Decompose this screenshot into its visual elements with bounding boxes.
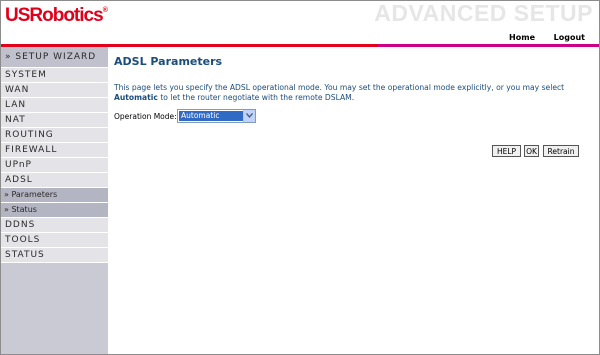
description-text-end: to let the router negotiate with the rem… — [160, 93, 355, 102]
router-page: USRobotics® ADVANCED SETUP Home Logout »… — [0, 0, 600, 355]
description-bold-term: Automatic — [114, 93, 158, 102]
sidebar-item-setup-wizard[interactable]: » SETUP WIZARD — [1, 47, 108, 68]
usrobotics-logo[interactable]: USRobotics® — [5, 5, 108, 27]
logout-link[interactable]: Logout — [554, 33, 585, 42]
home-link[interactable]: Home — [509, 33, 535, 42]
main-content: ADSL Parameters This page lets you speci… — [114, 55, 594, 123]
sidebar-item-ddns[interactable]: DDNS — [1, 218, 108, 233]
description-text: This page lets you specify the ADSL oper… — [114, 83, 565, 92]
sidebar-item-lan[interactable]: LAN — [1, 98, 108, 113]
top-nav: Home Logout — [1, 32, 599, 44]
advanced-setup-title: ADVANCED SETUP — [374, 0, 593, 26]
sidebar-item-routing[interactable]: ROUTING — [1, 128, 108, 143]
sidebar-item-nat[interactable]: NAT — [1, 113, 108, 128]
retrain-button[interactable]: Retrain — [543, 145, 579, 157]
sidebar-item-tools[interactable]: TOOLS — [1, 233, 108, 248]
page-description: This page lets you specify the ADSL oper… — [114, 83, 584, 103]
operation-mode-selected-value: Automatic — [179, 111, 243, 121]
ok-button[interactable]: OK — [524, 145, 539, 157]
help-button[interactable]: HELP — [492, 145, 521, 157]
registered-mark: ® — [102, 6, 108, 14]
operation-mode-select[interactable]: Automatic — [177, 109, 256, 123]
operation-mode-label: Operation Mode: — [114, 112, 177, 121]
sidebar-item-adsl[interactable]: ADSL — [1, 173, 108, 188]
dropdown-button[interactable] — [243, 110, 255, 122]
sidebar-subitem-status[interactable]: » Status — [1, 203, 108, 218]
sidebar-item-system[interactable]: SYSTEM — [1, 68, 108, 83]
page-title: ADSL Parameters — [114, 55, 223, 68]
header: USRobotics® ADVANCED SETUP — [1, 1, 599, 32]
logo-text: USRobotics — [5, 5, 104, 26]
sidebar-item-status[interactable]: STATUS — [1, 248, 108, 263]
sidebar-item-wan[interactable]: WAN — [1, 83, 108, 98]
sidebar-item-firewall[interactable]: FIREWALL — [1, 143, 108, 158]
sidebar: » SETUP WIZARD SYSTEM WAN LAN NAT ROUTIN… — [1, 47, 108, 354]
chevron-down-icon — [246, 113, 253, 118]
sidebar-subitem-parameters[interactable]: » Parameters — [1, 188, 108, 203]
header-divider-magenta — [378, 44, 599, 47]
sidebar-item-upnp[interactable]: UPnP — [1, 158, 108, 173]
